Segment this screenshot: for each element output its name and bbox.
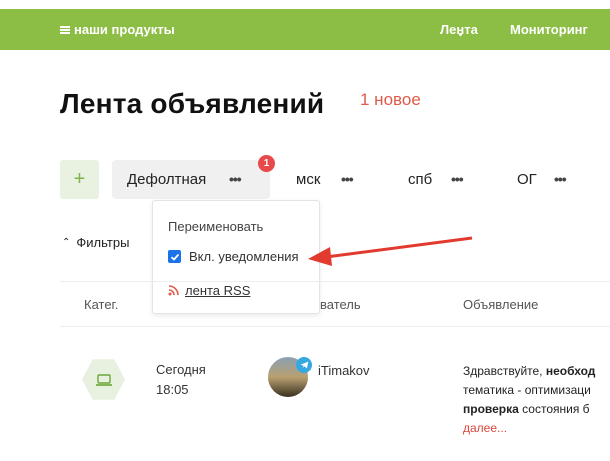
post-time: 18:05	[156, 382, 189, 397]
message-text: тематика - оптимизаци	[463, 383, 591, 397]
table-divider	[60, 326, 610, 327]
author-name[interactable]: iTimakov	[318, 363, 370, 378]
column-header-message: Объявление	[463, 297, 539, 312]
column-header-category: Катег.	[84, 297, 119, 312]
telegram-icon	[296, 357, 312, 373]
chevron-up-icon: ⌃	[62, 237, 71, 248]
message-preview: Здравствуйте, необход тематика - оптимиз…	[463, 362, 610, 438]
read-more-link[interactable]: далее...	[463, 419, 610, 438]
filters-toggle[interactable]: ⌃ Фильтры	[62, 235, 129, 250]
column-header-author: ватель	[320, 297, 361, 312]
message-highlight: проверка	[463, 402, 519, 416]
laptop-icon	[95, 373, 112, 386]
post-date: Сегодня	[156, 362, 206, 377]
message-text: Здравствуйте,	[463, 364, 546, 378]
message-text: состояния б	[518, 402, 590, 416]
filters-label: Фильтры	[76, 235, 130, 250]
table-divider	[60, 281, 610, 282]
message-highlight: необход	[545, 364, 596, 378]
